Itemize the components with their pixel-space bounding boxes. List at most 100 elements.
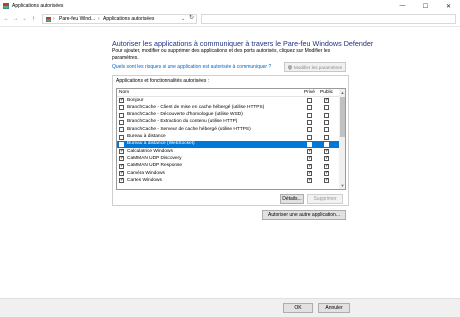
app-name: Bureau à distance (127, 134, 166, 139)
private-checkbox[interactable] (307, 105, 312, 111)
enable-checkbox[interactable] (119, 112, 124, 118)
allowed-apps-list[interactable]: Nom Privé Public BonjourBranchCache - Cl… (116, 88, 346, 190)
list-item[interactable]: Bureau à distance (WebSocket) (117, 140, 339, 148)
page-description: Pour ajouter, modifier ou supprimer des … (112, 48, 331, 61)
cancel-button[interactable]: Annuler (318, 303, 350, 313)
address-bar[interactable]: › Pare-feu Wind... › Applications autori… (42, 14, 197, 24)
private-checkbox[interactable] (307, 170, 312, 177)
column-public[interactable]: Public (320, 90, 333, 95)
firewall-app-icon (3, 3, 9, 9)
public-checkbox[interactable] (324, 112, 329, 118)
public-checkbox[interactable] (324, 97, 329, 104)
maximize-button[interactable]: ☐ (414, 0, 437, 12)
enable-checkbox[interactable] (119, 148, 124, 155)
public-checkbox[interactable] (324, 119, 329, 125)
public-checkbox[interactable] (324, 163, 329, 170)
enable-checkbox[interactable] (119, 127, 124, 133)
breadcrumb-allowed-apps[interactable]: Applications autorisées (103, 16, 154, 23)
recent-locations-icon[interactable]: ⌄ (20, 14, 29, 24)
search-input[interactable] (201, 14, 456, 24)
list-item[interactable]: BranchCache - Serveur de cache hébergé (… (117, 126, 339, 133)
public-checkbox[interactable] (324, 134, 329, 140)
private-checkbox[interactable] (307, 163, 312, 170)
column-name[interactable]: Nom (119, 90, 129, 95)
list-item[interactable]: Cartes Windows (117, 177, 339, 184)
scroll-down-icon[interactable]: ▼ (339, 182, 345, 189)
window-title: Applications autorisées (12, 3, 64, 9)
app-name: BranchCache - Extraction du contenu (uti… (127, 119, 238, 125)
private-checkbox[interactable] (307, 155, 312, 162)
address-dropdown-icon[interactable]: ⌄ (181, 16, 185, 23)
modify-settings-label: Modifier les paramètres (294, 64, 342, 70)
public-checkbox[interactable] (324, 141, 329, 147)
app-name: Bonjour (127, 97, 144, 103)
app-name: Bureau à distance (WebSocket) (127, 141, 195, 147)
breadcrumb-separator: › (53, 16, 55, 22)
private-checkbox[interactable] (307, 141, 312, 147)
enable-checkbox[interactable] (119, 134, 124, 140)
app-name: CaMMAN UDP Discovery (127, 155, 182, 161)
public-checkbox[interactable] (324, 127, 329, 133)
enable-checkbox[interactable] (119, 163, 124, 170)
private-checkbox[interactable] (307, 134, 312, 140)
private-checkbox[interactable] (307, 177, 312, 184)
risks-link[interactable]: Quels sont les risques si une applicatio… (112, 64, 271, 70)
enable-checkbox[interactable] (119, 119, 124, 125)
app-name: BranchCache - Client de mise en cache hé… (127, 104, 265, 110)
private-checkbox[interactable] (307, 148, 312, 155)
scroll-up-icon[interactable]: ▲ (339, 89, 345, 96)
public-checkbox[interactable] (324, 177, 329, 184)
private-checkbox[interactable] (307, 112, 312, 118)
details-button[interactable]: Détails... (280, 194, 304, 204)
list-item[interactable]: Bonjour (117, 97, 339, 104)
allow-another-app-button[interactable]: Autoriser une autre application... (262, 210, 346, 220)
list-item[interactable]: BranchCache - Découverte d'homologue (ut… (117, 112, 339, 119)
title-bar: Applications autorisées — ☐ ✕ (0, 0, 460, 12)
list-item[interactable]: Bureau à distance (117, 134, 339, 141)
private-checkbox[interactable] (307, 98, 312, 103)
uac-shield-icon (288, 64, 292, 70)
close-button[interactable]: ✕ (437, 0, 460, 12)
list-item[interactable]: CaMMAN UDP Response (117, 163, 339, 170)
enable-checkbox[interactable] (119, 105, 124, 111)
app-name: BranchCache - Découverte d'homologue (ut… (127, 112, 243, 118)
public-checkbox[interactable] (324, 155, 329, 162)
public-checkbox[interactable] (324, 170, 329, 177)
enable-checkbox[interactable] (119, 97, 124, 104)
ok-button[interactable]: OK (283, 303, 313, 313)
public-checkbox[interactable] (324, 105, 329, 111)
enable-checkbox[interactable] (119, 177, 124, 184)
scroll-thumb[interactable] (340, 97, 345, 137)
refresh-icon[interactable]: ↻ (189, 14, 194, 21)
vertical-scrollbar[interactable]: ▲ ▼ (339, 89, 345, 189)
page-title: Autoriser les applications à communiquer… (112, 39, 374, 48)
list-header: Nom Privé Public (117, 89, 339, 97)
up-arrow-icon[interactable]: ↑ (29, 14, 38, 24)
list-item[interactable]: Calculatrice Windows (117, 148, 339, 155)
private-checkbox[interactable] (307, 127, 312, 133)
breadcrumb-firewall[interactable]: Pare-feu Wind... (59, 16, 95, 23)
remove-button[interactable]: Supprimer (307, 194, 343, 204)
app-name: Caméra Windows (127, 170, 165, 176)
list-item[interactable]: BranchCache - Extraction du contenu (uti… (117, 119, 339, 126)
app-name: Calculatrice Windows (127, 148, 173, 154)
minimize-button[interactable]: — (391, 0, 414, 12)
back-arrow-icon[interactable]: ← (2, 14, 11, 24)
navigation-bar: ← → ⌄ ↑ › Pare-feu Wind... › Application… (0, 12, 460, 27)
forward-arrow-icon[interactable]: → (11, 14, 20, 24)
modify-settings-button[interactable]: Modifier les paramètres (284, 62, 346, 72)
column-private[interactable]: Privé (304, 90, 315, 95)
list-item[interactable]: Caméra Windows (117, 170, 339, 177)
enable-checkbox[interactable] (119, 170, 124, 177)
firewall-location-icon (46, 17, 51, 22)
app-name: BranchCache - Serveur de cache hébergé (… (127, 126, 251, 132)
list-item[interactable]: BranchCache - Client de mise en cache hé… (117, 104, 339, 111)
dialog-footer: OK Annuler (0, 298, 460, 317)
enable-checkbox[interactable] (119, 155, 124, 162)
public-checkbox[interactable] (324, 148, 329, 155)
enable-checkbox[interactable] (119, 141, 124, 147)
private-checkbox[interactable] (307, 119, 312, 125)
app-name: Cartes Windows (127, 177, 162, 183)
list-item[interactable]: CaMMAN UDP Discovery (117, 155, 339, 162)
allowed-apps-label: Applications et fonctionnalités autorisé… (116, 78, 210, 84)
